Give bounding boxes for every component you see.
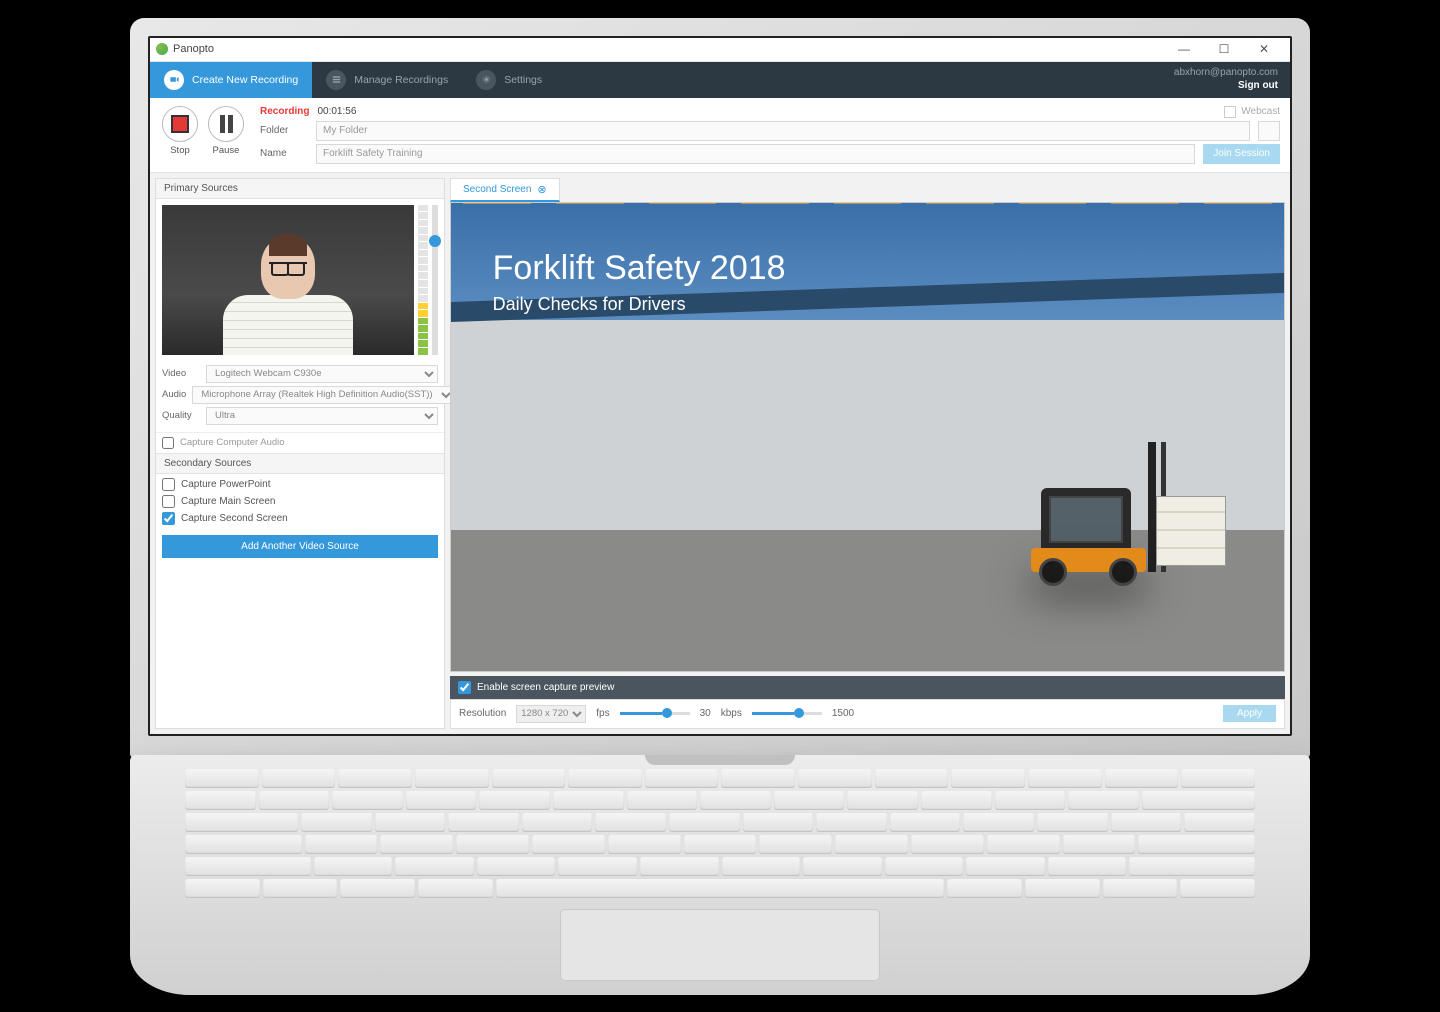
quality-select[interactable]: Ultra [206,407,438,425]
capture-powerpoint-checkbox[interactable] [162,478,175,491]
nav-manage-label: Manage Recordings [354,74,448,86]
laptop-base [130,755,1310,995]
screen-capture-preview: Forklift Safety 2018 Daily Checks for Dr… [450,202,1285,672]
webcast-checkbox[interactable] [1224,106,1236,118]
nav-settings[interactable]: Settings [462,62,556,98]
name-input[interactable] [316,144,1195,164]
webcast-label: Webcast [1241,106,1280,117]
quality-label: Quality [162,410,200,421]
preview-panel: Second Screen ⊗ [450,178,1285,729]
nav-manage-recordings[interactable]: Manage Recordings [312,62,462,98]
laptop-trackpad [560,909,880,981]
sign-out-link[interactable]: Sign out [1174,79,1278,92]
window-maximize-button[interactable]: ☐ [1204,37,1244,61]
primary-sources-panel: Primary Sources [155,178,445,729]
audio-source-select[interactable]: Microphone Array (Realtek High Definitio… [192,386,455,404]
kbps-value: 1500 [832,708,854,719]
video-source-select[interactable]: Logitech Webcam C930e [206,365,438,383]
secondary-source-item[interactable]: Capture Main Screen [162,493,438,510]
window-titlebar: Panopto — ☐ ✕ [150,38,1290,62]
stop-button[interactable]: Stop [160,106,200,164]
stop-icon [171,115,189,133]
kbps-label: kbps [721,708,742,719]
primary-sources-header: Primary Sources [156,179,444,199]
top-nav: Create New Recording Manage Recordings S… [150,62,1290,98]
secondary-source-item[interactable]: Capture PowerPoint [162,476,438,493]
webcam-preview [162,205,414,355]
nav-settings-label: Settings [504,74,542,86]
nav-create-recording[interactable]: Create New Recording [150,62,312,98]
capture-computer-audio-checkbox[interactable] [162,437,174,449]
camera-icon [164,70,184,90]
forklift-graphic [1021,456,1201,586]
gear-icon [476,70,496,90]
recording-status: Recording [260,106,309,117]
fps-label: fps [596,708,609,719]
enable-preview-checkbox[interactable] [458,681,471,694]
audio-source-label: Audio [162,389,186,400]
name-label: Name [260,148,308,159]
audio-level-meter [418,205,428,355]
window-close-button[interactable]: ✕ [1244,37,1284,61]
fps-value: 30 [700,708,711,719]
nav-create-label: Create New Recording [192,74,298,86]
folder-input[interactable] [316,121,1250,141]
resolution-select[interactable]: 1280 x 720 [516,705,586,723]
capture-second-screen-checkbox[interactable] [162,512,175,525]
capture-computer-audio-label: Capture Computer Audio [180,437,285,448]
secondary-sources-header: Secondary Sources [156,454,444,474]
secondary-source-item[interactable]: Capture Second Screen [162,510,438,527]
recording-infobar: Stop Pause Recording 00:01:56 Webc [150,98,1290,173]
add-video-source-button[interactable]: Add Another Video Source [162,535,438,558]
capture-main-screen-checkbox[interactable] [162,495,175,508]
apply-button[interactable]: Apply [1223,705,1276,722]
close-icon[interactable]: ⊗ [537,183,546,196]
enable-preview-label: Enable screen capture preview [477,682,614,693]
resolution-label: Resolution [459,708,506,719]
audio-gain-slider[interactable] [432,205,438,355]
video-source-label: Video [162,368,200,379]
pause-button[interactable]: Pause [206,106,246,164]
folder-browse-button[interactable] [1258,121,1280,141]
app-name: Panopto [173,43,214,55]
list-icon [326,70,346,90]
tab-second-screen[interactable]: Second Screen ⊗ [450,178,560,202]
account-email: abxhorn@panopto.com [1174,66,1278,79]
folder-label: Folder [260,125,308,136]
fps-slider[interactable] [620,712,690,715]
laptop-keyboard [185,769,1255,899]
slide-title: Forklift Safety 2018 [493,249,786,288]
kbps-slider[interactable] [752,712,822,715]
recording-timer: 00:01:56 [317,106,356,117]
account-block: abxhorn@panopto.com Sign out [1162,62,1290,98]
pause-icon [220,115,233,133]
join-session-button[interactable]: Join Session [1203,144,1280,164]
app-logo-icon [156,43,168,55]
slide-subtitle: Daily Checks for Drivers [493,294,786,315]
window-minimize-button[interactable]: — [1164,37,1204,61]
